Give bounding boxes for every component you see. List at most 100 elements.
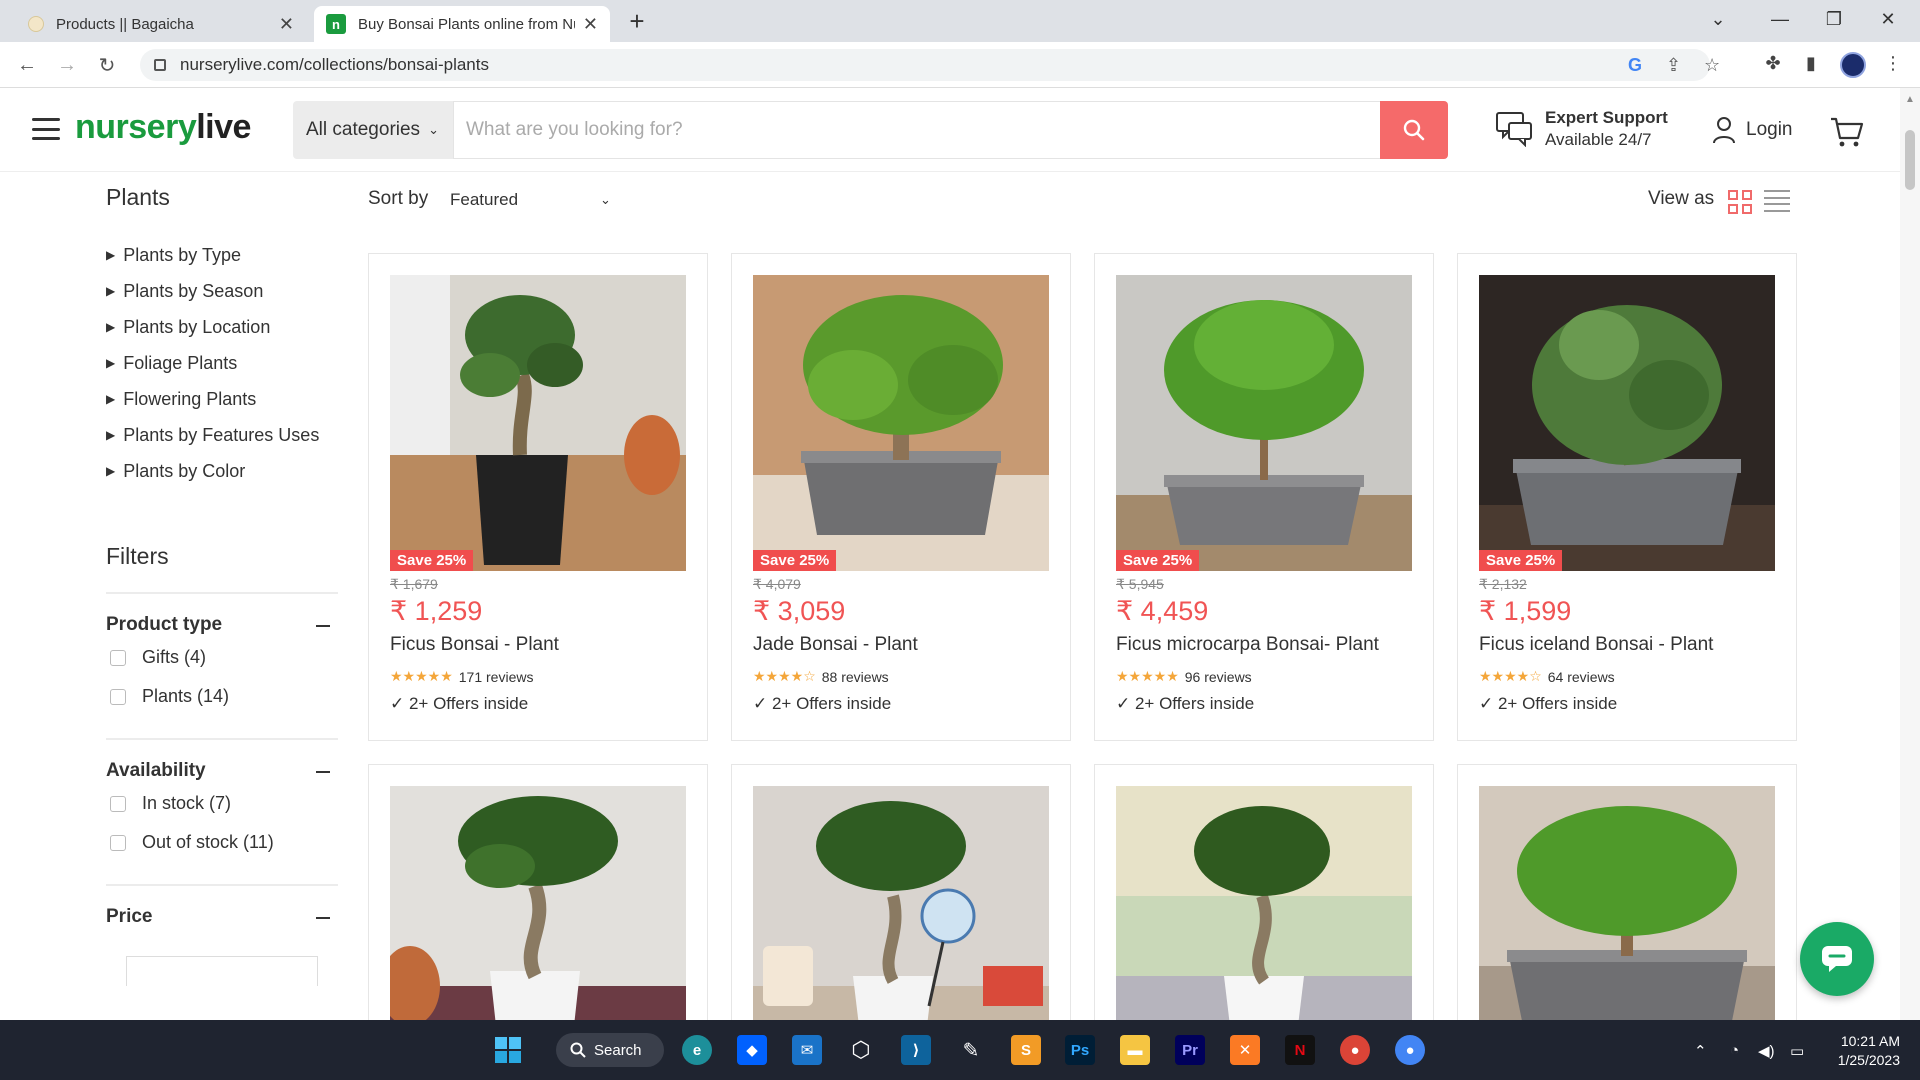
chrome-menu-icon[interactable]: ⋮ (1880, 50, 1906, 76)
checkbox[interactable] (110, 795, 126, 812)
tray-chevron-up-icon[interactable]: ⌃ (1694, 1042, 1707, 1060)
product-name[interactable]: Jade Bonsai - Plant (753, 634, 918, 656)
checkbox[interactable] (110, 834, 126, 851)
product-card[interactable]: Save 25% ₹ 5,945 ₹ 4,459 Ficus microcarp… (1094, 253, 1434, 741)
product-card[interactable]: Save 25% ₹ 4,079 ₹ 3,059 Jade Bonsai - P… (731, 253, 1071, 741)
new-tab-icon[interactable]: + (622, 6, 652, 37)
hamburger-menu-icon[interactable] (32, 118, 60, 140)
extensions-puzzle-icon[interactable]: ✤ (1760, 50, 1786, 76)
product-image[interactable] (1479, 786, 1775, 1026)
chrome-profile-icon[interactable]: ● (1395, 1035, 1425, 1065)
close-tab-icon[interactable]: ✕ (279, 14, 294, 35)
forward-icon[interactable]: → (52, 50, 82, 80)
url-field[interactable]: nurserylive.com/collections/bonsai-plant… (140, 49, 1720, 81)
collapse-minus-icon[interactable] (316, 771, 330, 773)
product-card[interactable]: Save 25% ₹ 2,132 ₹ 1,599 Ficus iceland B… (1457, 253, 1797, 741)
sidebar-item-plants-by-location[interactable]: ▶ Plants by Location (106, 309, 338, 345)
profile-avatar[interactable] (1840, 52, 1866, 78)
back-icon[interactable]: ← (12, 50, 42, 80)
category-select[interactable]: All categories ⌄ (293, 101, 453, 159)
filter-header[interactable]: Availability (106, 760, 338, 784)
product-card[interactable] (368, 764, 708, 1026)
dropbox-icon[interactable]: ◆ (737, 1035, 767, 1065)
virtualbox-icon[interactable]: ⬡ (846, 1035, 876, 1065)
reload-icon[interactable]: ↻ (92, 50, 122, 80)
sublime-text-icon[interactable]: S (1011, 1035, 1041, 1065)
edge-icon[interactable]: e (682, 1035, 712, 1065)
share-icon[interactable]: ⇪ (1666, 55, 1681, 76)
premiere-pro-icon[interactable]: Pr (1175, 1035, 1205, 1065)
filter-option-gifts[interactable]: Gifts (4) (110, 638, 338, 677)
filter-header[interactable]: Price (106, 906, 338, 930)
live-chat-button[interactable] (1800, 922, 1874, 996)
volume-icon[interactable]: ◀) (1758, 1042, 1775, 1060)
product-image[interactable] (1479, 275, 1775, 571)
inkscape-icon[interactable]: ✎ (956, 1035, 986, 1065)
collapse-minus-icon[interactable] (316, 625, 330, 627)
product-image[interactable] (1116, 275, 1412, 571)
cart-icon[interactable] (1830, 116, 1864, 148)
file-explorer-icon[interactable]: ▬ (1120, 1035, 1150, 1065)
bookmark-star-icon[interactable]: ☆ (1704, 55, 1720, 76)
filter-option-in-stock[interactable]: In stock (7) (110, 784, 338, 823)
filter-header[interactable]: Product type (106, 614, 338, 638)
chrome-icon[interactable]: ● (1340, 1035, 1370, 1065)
sidebar-item-plants-by-season[interactable]: ▶ Plants by Season (106, 273, 338, 309)
sidebar-item-flowering-plants[interactable]: ▶ Flowering Plants (106, 381, 338, 417)
minimize-icon[interactable]: — (1752, 0, 1808, 38)
restore-icon[interactable]: ❐ (1806, 0, 1862, 38)
windows-start-icon[interactable] (493, 1035, 523, 1065)
rating-stars-icon: ★★★★★ (390, 668, 453, 684)
scrollbar-thumb[interactable] (1905, 130, 1915, 190)
side-panel-icon[interactable]: ▮ (1798, 50, 1824, 76)
product-card[interactable]: Save 25% ₹ 1,679 ₹ 1,259 Ficus Bonsai - … (368, 253, 708, 741)
sidebar-item-plants-by-features[interactable]: ▶ Plants by Features Uses (106, 417, 338, 453)
search-input[interactable]: What are you looking for? (453, 101, 1381, 159)
tab-nurserylive[interactable]: n Buy Bonsai Plants online from Nu ✕ (314, 6, 610, 42)
sidebar-item-plants-by-type[interactable]: ▶ Plants by Type (106, 237, 338, 273)
product-image[interactable] (753, 275, 1049, 571)
vscode-icon[interactable]: ⟩ (901, 1035, 931, 1065)
tab-search-chevron-icon[interactable]: ⌄ (1690, 0, 1746, 38)
price-min-input[interactable] (126, 956, 318, 986)
collapse-minus-icon[interactable] (316, 917, 330, 919)
wifi-icon[interactable]: ◔ (1730, 1042, 1739, 1059)
product-image[interactable] (390, 786, 686, 1026)
product-card[interactable] (731, 764, 1071, 1026)
checkbox[interactable] (110, 649, 126, 666)
product-name[interactable]: Ficus microcarpa Bonsai- Plant (1116, 634, 1379, 656)
page-scrollbar[interactable]: ▲ (1900, 88, 1920, 1020)
product-name[interactable]: Ficus Bonsai - Plant (390, 634, 559, 656)
search-button[interactable] (1380, 101, 1448, 159)
product-card[interactable] (1457, 764, 1797, 1026)
sidebar-item-foliage-plants[interactable]: ▶ Foliage Plants (106, 345, 338, 381)
mail-icon[interactable]: ✉ (792, 1035, 822, 1065)
close-tab-icon[interactable]: ✕ (583, 14, 598, 35)
grid-view-icon[interactable] (1728, 190, 1752, 214)
product-image[interactable] (1116, 786, 1412, 1026)
battery-icon[interactable]: ▭ (1790, 1042, 1804, 1060)
product-name[interactable]: Ficus iceland Bonsai - Plant (1479, 634, 1713, 656)
nurserylive-logo[interactable]: nurserylive (75, 108, 251, 147)
filter-option-plants[interactable]: Plants (14) (110, 677, 338, 716)
netflix-icon[interactable]: N (1285, 1035, 1315, 1065)
google-icon[interactable]: G (1628, 55, 1642, 76)
taskbar-search[interactable]: Search (556, 1033, 664, 1067)
product-card[interactable] (1094, 764, 1434, 1026)
tab-bagaicha[interactable]: Products || Bagaicha ✕ (16, 6, 306, 42)
product-image[interactable] (390, 275, 686, 571)
login-link[interactable]: Login (1712, 116, 1793, 144)
checkbox[interactable] (110, 688, 126, 705)
list-view-icon[interactable] (1764, 190, 1790, 212)
expand-triangle-icon: ▶ (106, 320, 116, 334)
product-image[interactable] (753, 786, 1049, 1026)
xampp-icon[interactable]: ✕ (1230, 1035, 1260, 1065)
photoshop-icon[interactable]: Ps (1065, 1035, 1095, 1065)
filter-option-out-of-stock[interactable]: Out of stock (11) (110, 823, 338, 862)
scroll-up-icon[interactable]: ▲ (1905, 94, 1915, 105)
close-window-icon[interactable]: ✕ (1860, 0, 1916, 38)
sort-select[interactable]: Featured ⌄ (450, 190, 615, 210)
sidebar-item-plants-by-color[interactable]: ▶ Plants by Color (106, 453, 338, 489)
expert-support[interactable]: Expert Support Available 24/7 (1495, 108, 1668, 150)
taskbar-clock[interactable]: 10:21 AM 1/25/2023 (1820, 1032, 1900, 1070)
